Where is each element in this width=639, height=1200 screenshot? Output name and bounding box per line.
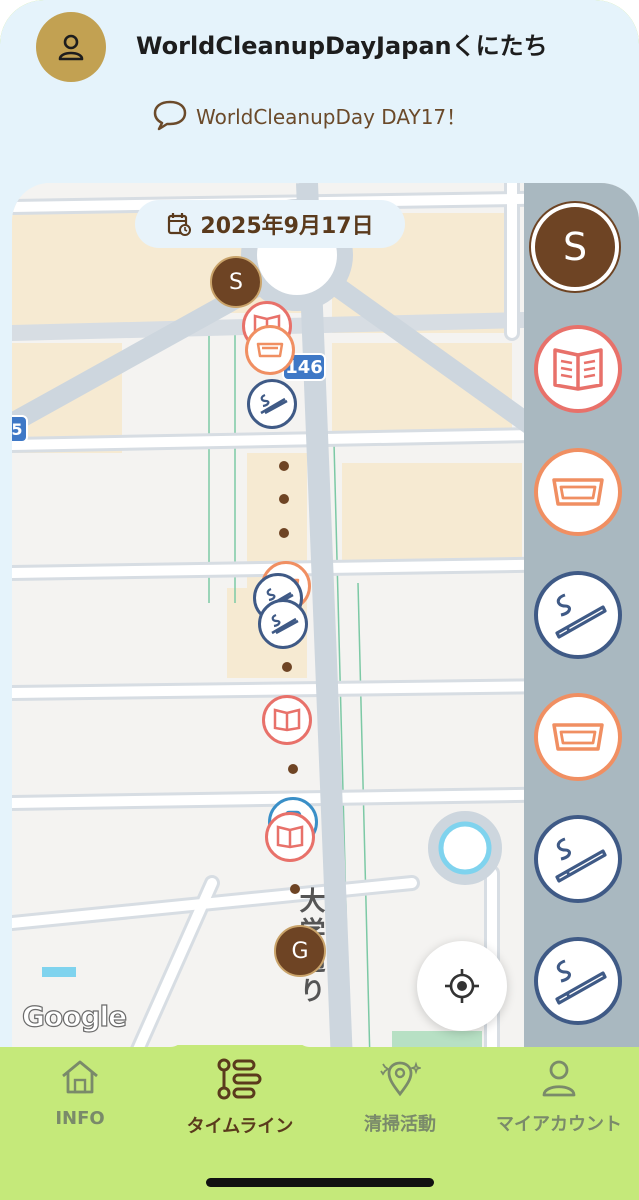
rail-item-container[interactable] [534,448,622,536]
nav-timeline-label: タイムライン [186,1116,294,1137]
cigarette-icon [271,613,299,635]
home-icon [62,1060,98,1094]
rail-item-magazine[interactable] [534,325,622,413]
nav-info[interactable]: INFO [40,1058,120,1148]
rail-start-label: S [562,225,588,269]
rail-item-cigarette[interactable] [534,937,622,1025]
app-title: WorldCleanupDayJapanくにたち [136,32,548,60]
nav-cleanup-activity[interactable]: 清掃活動 [350,1058,450,1148]
goal-marker[interactable]: G [274,925,326,977]
cigarette-icon [555,959,607,1005]
cigarette-marker[interactable] [258,599,308,649]
food-tray-icon [552,478,604,506]
subtitle-text: WorldCleanupDay DAY17！ [196,104,467,129]
food-tray-icon [256,342,284,358]
cigarette-icon [555,593,607,639]
nav-timeline[interactable]: タイムライン [170,1058,310,1148]
magazine-icon [276,825,304,849]
location-sparkle-icon [380,1061,421,1097]
nav-cleanup-activity-label: 清掃活動 [364,1114,436,1135]
container-marker[interactable] [245,325,295,375]
magazine-icon [553,348,603,391]
speech-bubble-icon [153,100,187,131]
rail-item-cigarette[interactable] [534,571,622,659]
timeline-icon [217,1058,262,1100]
nav-my-account[interactable]: マイアカウント [486,1058,632,1148]
start-marker-label: S [229,269,243,295]
date-selector[interactable]: 2025年9月17日 [135,200,405,248]
goal-marker-label: G [291,938,309,964]
google-attribution: Google [21,999,127,1033]
rail-item-start[interactable]: S [531,203,619,291]
rail-item-container[interactable] [534,693,622,781]
route-badge-partial-number: 5 [12,419,23,439]
locate-button[interactable] [417,941,507,1031]
magazine-marker[interactable] [262,695,312,745]
date-label: 2025年9月17日 [200,214,374,239]
magazine-marker[interactable] [265,812,315,862]
nav-info-label: INFO [55,1108,105,1129]
person-icon [542,1060,576,1097]
cigarette-marker[interactable] [247,379,297,429]
calendar-clock-icon [168,213,192,236]
cigarette-icon [555,837,607,883]
locate-crosshair-icon [445,969,479,1003]
nav-my-account-label: マイアカウント [496,1114,622,1135]
user-icon [58,34,84,61]
app-frame: WorldCleanupDayJapanくにたち WorldCleanupDay… [0,0,639,1200]
home-indicator [206,1178,434,1187]
food-tray-icon [552,723,604,751]
avatar[interactable] [36,12,106,82]
subtitle: WorldCleanupDay DAY17！ [152,98,466,132]
magazine-icon [273,708,301,732]
route-badge-partial: 5 [12,415,28,443]
cigarette-icon [260,393,288,415]
rail-item-cigarette[interactable] [534,815,622,903]
start-marker[interactable]: S [210,256,262,308]
